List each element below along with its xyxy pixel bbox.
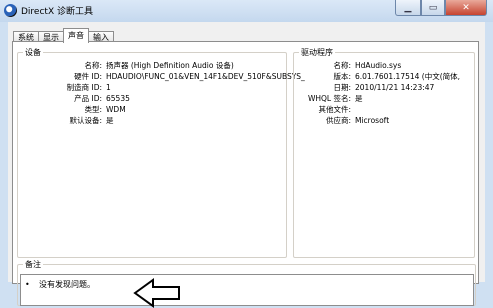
tab-sound[interactable]: 声音: [63, 28, 89, 43]
close-button[interactable]: ✕: [445, 0, 487, 16]
left-arrow-icon: [133, 278, 180, 308]
notes-bullet: •: [25, 280, 30, 289]
driver-group-label: 驱动程序: [299, 47, 335, 58]
notes-textbox[interactable]: • 没有发现问题。: [20, 274, 474, 308]
driver-version-key: 版本:: [333, 72, 351, 81]
driver-date-key: 日期:: [333, 83, 351, 92]
notes-group: 备注 • 没有发现问题。: [17, 259, 476, 308]
device-default-key: 默认设备:: [69, 116, 102, 125]
device-product-id-key: 产品 ID:: [74, 94, 102, 103]
driver-provider-key: 供应商:: [325, 116, 351, 125]
maximize-button[interactable]: ▭: [421, 0, 445, 16]
driver-name-value: HdAudio.sys: [355, 61, 402, 70]
note-item: 没有发现问题。: [39, 280, 95, 289]
window-controls: ▁ ▭ ✕: [395, 0, 487, 16]
driver-date-value: 2010/11/21 14:23:47: [355, 83, 435, 92]
device-name-key: 名称:: [84, 61, 102, 70]
driver-provider-value: Microsoft: [355, 116, 390, 125]
driver-group: 驱动程序 名称: HdAudio.sys 版本: 6.01.7601.17514…: [293, 47, 475, 258]
device-hardware-id-key: 硬件 ID:: [74, 72, 102, 81]
notes-group-label: 备注: [23, 259, 43, 270]
close-icon: ✕: [462, 2, 470, 13]
device-hardware-id-value: HDAUDIO\FUNC_01&VEN_14F1&DEV_510F&SUBSYS…: [106, 72, 305, 81]
minimize-button[interactable]: ▁: [395, 0, 421, 16]
device-type-key: 类型:: [84, 105, 102, 114]
device-default-value: 是: [106, 116, 114, 125]
driver-name-key: 名称:: [333, 61, 351, 70]
maximize-icon: ▭: [428, 2, 438, 13]
directx-app-icon: [4, 4, 17, 17]
device-type-value: WDM: [106, 105, 126, 114]
sound-tab-panel: 设备 名称: 扬声器 (High Definition Audio 设备) 硬件…: [12, 41, 479, 308]
title-bar: DirectX 诊断工具 ▁ ▭ ✕: [0, 0, 493, 22]
driver-other-files-key: 其他文件:: [318, 105, 351, 114]
dialog-client-area: 系统 显示 声音 输入 设备 名称: 扬声器 (High Definition …: [8, 22, 485, 308]
device-group-label: 设备: [23, 47, 43, 58]
device-manufacturer-id-key: 制造商 ID:: [66, 83, 102, 92]
driver-whql-value: 是: [355, 94, 363, 103]
tab-strip: 系统 显示 声音 输入: [13, 28, 114, 43]
minimize-icon: ▁: [404, 2, 412, 13]
driver-whql-key: WHQL 签名:: [307, 94, 351, 103]
device-manufacturer-id-value: 1: [106, 83, 111, 92]
driver-version-value: 6.01.7601.17514 (中文(简体,: [355, 72, 461, 81]
device-name-value: 扬声器 (High Definition Audio 设备): [106, 61, 234, 70]
window-title: DirectX 诊断工具: [21, 7, 93, 17]
device-product-id-value: 65535: [106, 94, 130, 103]
device-group: 设备 名称: 扬声器 (High Definition Audio 设备) 硬件…: [17, 47, 305, 258]
